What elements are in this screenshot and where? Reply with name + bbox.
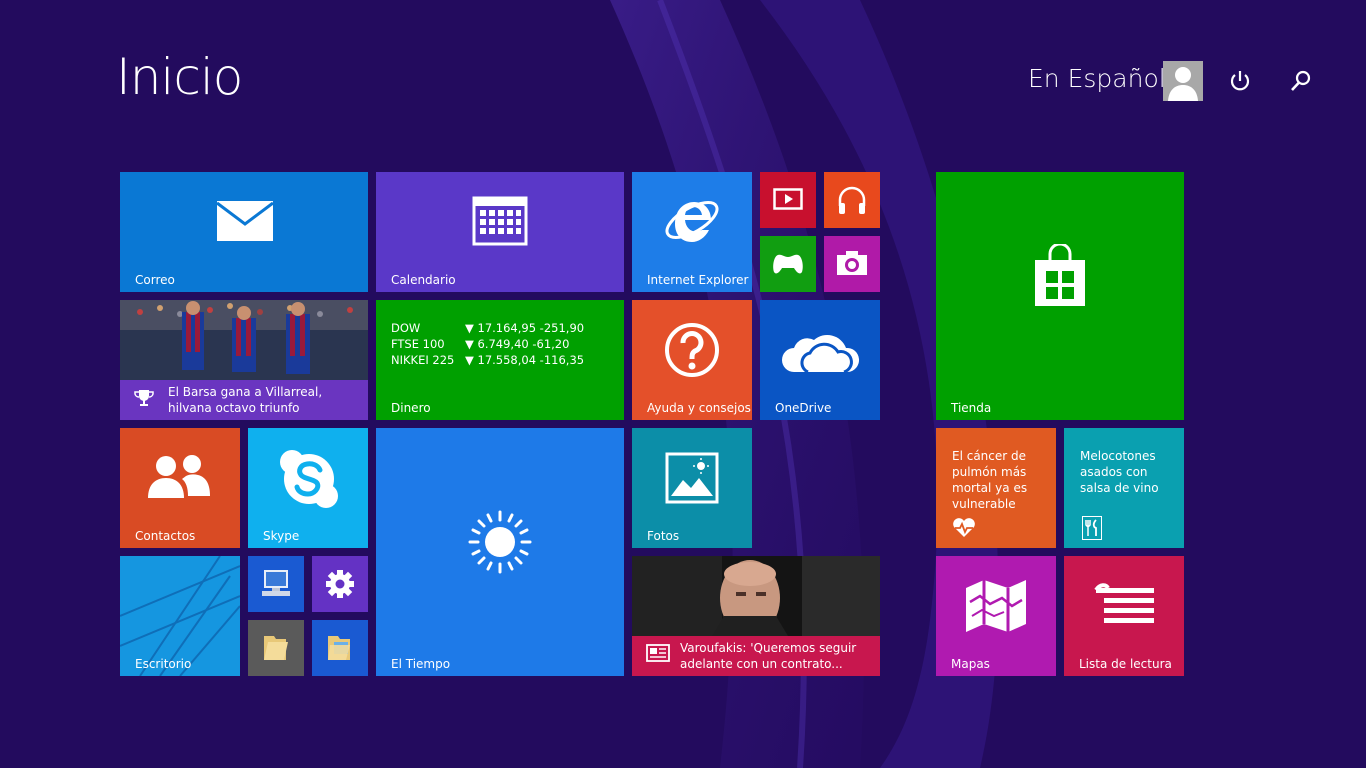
news-headline: Varoufakis: 'Queremos seguir adelante co… <box>680 641 857 671</box>
xbox-controller-icon <box>773 254 803 274</box>
food-headline: Melocotones asados con salsa de vino <box>1080 449 1159 495</box>
tile-mapas[interactable]: Mapas <box>936 556 1056 676</box>
newspaper-icon <box>646 644 670 662</box>
camera-icon <box>837 251 867 275</box>
tile-label: Dinero <box>391 401 431 415</box>
tile-cocina[interactable]: Melocotones asados con salsa de vino <box>1064 428 1184 548</box>
tile-label: El Tiempo <box>391 657 451 671</box>
tile-escritorio[interactable]: Escritorio <box>120 556 240 676</box>
search-icon <box>1291 70 1311 91</box>
photos-icon <box>665 452 719 504</box>
health-headline: El cáncer de pulmón más mortal ya es vul… <box>952 449 1028 511</box>
tile-label: Contactos <box>135 529 196 543</box>
help-question-icon <box>665 323 719 377</box>
tile-configuracion[interactable] <box>312 556 368 612</box>
tile-label: Ayuda y consejos <box>647 401 751 415</box>
user-avatar[interactable] <box>1163 61 1203 101</box>
tile-label: Fotos <box>647 529 680 543</box>
tile-video[interactable] <box>760 172 816 228</box>
sports-headline: El Barsa gana a Villarreal, hilvana octa… <box>168 385 323 415</box>
sun-icon <box>468 510 532 574</box>
mail-icon <box>216 201 274 241</box>
tile-este-equipo[interactable] <box>248 556 304 612</box>
tile-contactos[interactable]: Contactos <box>120 428 240 548</box>
power-button[interactable] <box>1226 67 1254 95</box>
tile-skype[interactable]: Skype <box>248 428 368 548</box>
news-band: Varoufakis: 'Queremos seguir adelante co… <box>632 636 880 676</box>
tile-label: Correo <box>135 273 175 287</box>
video-icon <box>773 188 803 210</box>
page-title: Inicio <box>116 48 243 106</box>
tile-label: Skype <box>263 529 300 543</box>
tile-games[interactable] <box>760 236 816 292</box>
tile-label: OneDrive <box>775 401 832 415</box>
stock-row: NIKKEI 225 ▼ 17.558,04 -116,35 <box>391 353 585 367</box>
onedrive-cloud-icon <box>782 334 860 374</box>
tile-correo[interactable]: Correo <box>120 172 368 292</box>
tile-internet-explorer[interactable]: Internet Explorer <box>632 172 752 292</box>
headphones-icon <box>838 186 866 214</box>
skype-icon <box>280 450 338 508</box>
map-icon <box>966 580 1026 632</box>
heart-pulse-icon <box>953 518 975 537</box>
tile-label: Lista de lectura <box>1079 657 1172 671</box>
tile-onedrive[interactable]: OneDrive <box>760 300 880 420</box>
tile-bibliotecas[interactable] <box>312 620 368 676</box>
tile-noticias[interactable]: Varoufakis: 'Queremos seguir adelante co… <box>632 556 880 676</box>
trophy-icon <box>134 390 154 406</box>
stocks-list: DOW ▼ 17.164,95 -251,90 FTSE 100 ▼ 6.749,4… <box>391 320 584 368</box>
tile-deportes[interactable]: El Barsa gana a Villarreal, hilvana octa… <box>120 300 368 420</box>
tile-label: Escritorio <box>135 657 192 671</box>
folder-icon <box>264 636 288 660</box>
tile-explorador-archivos[interactable] <box>248 620 304 676</box>
calendar-icon <box>472 196 528 246</box>
stock-row: FTSE 100 ▼ 6.749,40 -61,20 <box>391 337 570 351</box>
news-photo <box>632 556 880 636</box>
avatar-person-icon <box>1168 67 1198 101</box>
stock-row: DOW ▼ 17.164,95 -251,90 <box>391 321 585 335</box>
tile-ayuda-consejos[interactable]: Ayuda y consejos <box>632 300 752 420</box>
gear-icon <box>326 570 354 598</box>
store-bag-icon <box>1035 244 1085 306</box>
tile-tienda[interactable]: Tienda <box>936 172 1184 420</box>
library-folder-icon <box>328 636 350 660</box>
news-band: El Barsa gana a Villarreal, hilvana octa… <box>120 380 368 420</box>
user-name[interactable]: En Español <box>1028 66 1166 91</box>
tile-label: Calendario <box>391 273 456 287</box>
fork-knife-icon <box>1082 516 1102 540</box>
tile-camera[interactable] <box>824 236 880 292</box>
tile-calendario[interactable]: Calendario <box>376 172 624 292</box>
power-icon <box>1230 71 1250 91</box>
tile-lista-lectura[interactable]: Lista de lectura <box>1064 556 1184 676</box>
internet-explorer-icon <box>665 201 719 242</box>
tile-el-tiempo[interactable]: El Tiempo <box>376 428 624 676</box>
tile-salud[interactable]: El cáncer de pulmón más mortal ya es vul… <box>936 428 1056 548</box>
tile-fotos[interactable]: Fotos <box>632 428 752 548</box>
tile-label: Mapas <box>951 657 990 671</box>
sports-photo <box>120 300 368 380</box>
tile-label: Tienda <box>951 401 992 415</box>
computer-icon <box>262 570 290 596</box>
tile-music[interactable] <box>824 172 880 228</box>
people-icon <box>148 455 210 498</box>
search-button[interactable] <box>1287 67 1315 95</box>
tile-label: Internet Explorer <box>647 273 749 287</box>
tile-dinero[interactable]: DOW ▼ 17.164,95 -251,90 FTSE 100 ▼ 6.749,4… <box>376 300 624 420</box>
reading-list-icon <box>1094 583 1154 623</box>
